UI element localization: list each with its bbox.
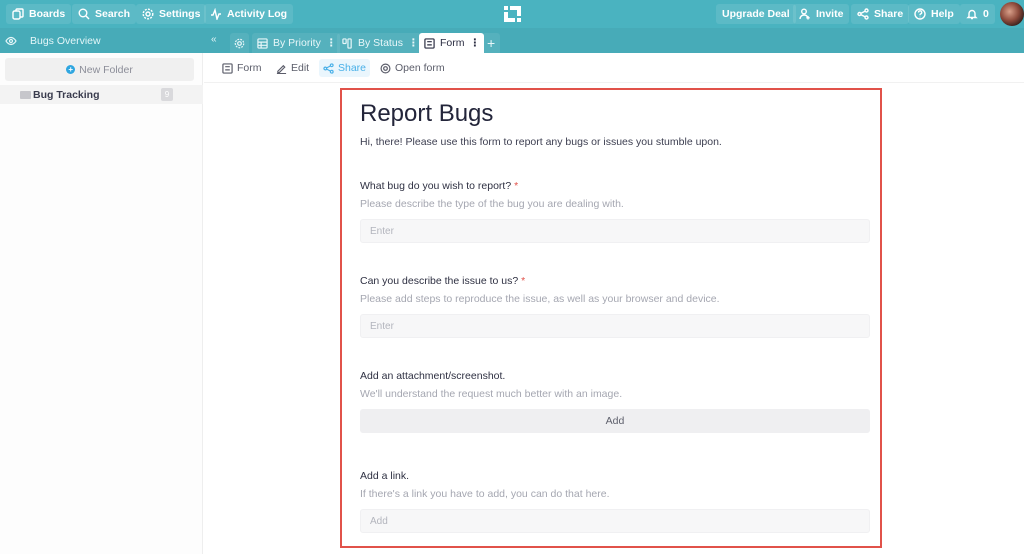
question-label: What bug do you wish to report? * xyxy=(360,180,518,192)
question-text: Add a link. xyxy=(360,470,410,482)
tab-by-status[interactable]: By Status ⋮ xyxy=(337,33,423,53)
tab-label: Form xyxy=(440,37,465,49)
edit-label: Edit xyxy=(291,62,310,74)
sidebar-folder-bug-tracking[interactable]: Bug Tracking 9 xyxy=(0,85,203,104)
share-icon xyxy=(857,8,869,20)
tab-menu-icon[interactable]: ⋮ xyxy=(408,37,418,49)
folder-name: Bug Tracking xyxy=(33,88,100,101)
help-button[interactable]: Help xyxy=(908,4,960,24)
boards-icon xyxy=(12,8,24,20)
upgrade-deal-label: Upgrade Deal xyxy=(722,8,790,20)
question-text: Add an attachment/screenshot. xyxy=(360,370,506,382)
required-marker: * xyxy=(514,180,519,192)
sidebar-board-title[interactable]: Bugs Overview xyxy=(0,28,205,53)
link-input[interactable]: Add xyxy=(360,509,870,533)
required-marker: * xyxy=(521,275,526,287)
edit-button[interactable]: Edit xyxy=(272,59,313,77)
share-button[interactable]: Share xyxy=(851,4,910,24)
settings-button[interactable]: Settings xyxy=(136,4,207,24)
activity-log-label: Activity Log xyxy=(227,8,288,20)
tab-label: By Priority xyxy=(273,37,321,49)
gear-icon xyxy=(142,8,154,20)
notifications-count: 0 xyxy=(983,8,989,20)
help-icon xyxy=(914,8,926,20)
bug-type-input[interactable]: Enter xyxy=(360,219,870,243)
activity-icon xyxy=(211,8,221,20)
help-label: Help xyxy=(931,8,954,20)
tab-menu-icon[interactable]: ⋮ xyxy=(470,37,480,49)
form-mode-button[interactable]: Form xyxy=(218,59,266,77)
view-settings-tab[interactable] xyxy=(230,33,249,53)
bell-icon xyxy=(966,9,978,20)
activity-log-button[interactable]: Activity Log xyxy=(204,4,294,24)
form-icon xyxy=(222,62,233,74)
form-icon xyxy=(424,37,435,49)
form-preview: Report Bugs Hi, there! Please use this f… xyxy=(340,88,882,548)
open-form-label: Open form xyxy=(395,62,445,74)
tab-label: By Status xyxy=(358,37,403,49)
folder-icon xyxy=(20,90,31,99)
question-text: What bug do you wish to report? xyxy=(360,180,512,192)
upgrade-deal-button[interactable]: Upgrade Deal xyxy=(716,4,796,24)
folder-count-badge: 9 xyxy=(161,88,173,101)
top-navigation-bar: Boards Search Settings Activity Log Upgr… xyxy=(0,0,1024,28)
add-view-button[interactable]: + xyxy=(482,33,501,53)
tab-by-priority[interactable]: By Priority ⋮ xyxy=(252,33,341,53)
question-help: If there's a link you have to add, you c… xyxy=(360,488,610,500)
share-icon xyxy=(323,62,334,74)
question-help: Please describe the type of the bug you … xyxy=(360,198,624,210)
share-form-button[interactable]: Share xyxy=(319,59,371,77)
plus-circle-icon: + xyxy=(66,65,76,74)
share-label: Share xyxy=(874,8,904,20)
table-icon xyxy=(257,37,268,49)
board-title: Bugs Overview xyxy=(30,34,101,47)
add-attachment-button[interactable]: Add xyxy=(360,409,870,433)
tab-menu-icon[interactable]: ⋮ xyxy=(326,37,336,49)
invite-label: Invite xyxy=(816,8,844,20)
question-text: Can you describe the issue to us? xyxy=(360,275,519,287)
settings-label: Settings xyxy=(159,8,201,20)
form-title: Report Bugs xyxy=(360,100,494,127)
question-help: We'll understand the request much better… xyxy=(360,388,623,400)
tab-form[interactable]: Form ⋮ xyxy=(419,33,484,53)
user-avatar[interactable] xyxy=(1000,2,1024,26)
search-icon xyxy=(78,8,90,20)
new-folder-button[interactable]: + New Folder xyxy=(5,58,194,81)
form-description: Hi, there! Please use this form to repor… xyxy=(360,136,722,148)
form-mode-label: Form xyxy=(237,62,262,74)
open-form-button[interactable]: Open form xyxy=(376,59,449,77)
form-toolbar: Form Edit Share Open form xyxy=(204,53,1024,83)
sidebar: + New Folder Bug Tracking 9 xyxy=(0,53,203,554)
gear-icon xyxy=(234,38,245,48)
boards-label: Boards xyxy=(29,8,66,20)
boards-button[interactable]: Boards xyxy=(6,4,72,24)
eye-icon xyxy=(5,36,17,45)
pencil-icon xyxy=(276,64,287,74)
eye-icon xyxy=(380,63,391,73)
question-label: Add a link. xyxy=(360,470,409,482)
question-label: Can you describe the issue to us? * xyxy=(360,275,525,287)
kanban-icon xyxy=(342,37,352,49)
notifications-button[interactable]: 0 xyxy=(960,4,995,24)
search-label: Search xyxy=(95,8,131,20)
new-folder-label: New Folder xyxy=(79,63,133,76)
search-button[interactable]: Search xyxy=(72,4,137,24)
question-label: Add an attachment/screenshot. xyxy=(360,370,505,382)
collapse-sidebar-icon[interactable]: « xyxy=(211,34,217,45)
issue-description-input[interactable]: Enter xyxy=(360,314,870,338)
share-form-label: Share xyxy=(338,62,367,74)
question-help: Please add steps to reproduce the issue,… xyxy=(360,293,720,305)
user-plus-icon xyxy=(799,8,810,20)
app-logo[interactable] xyxy=(503,5,522,23)
invite-button[interactable]: Invite xyxy=(793,4,850,24)
